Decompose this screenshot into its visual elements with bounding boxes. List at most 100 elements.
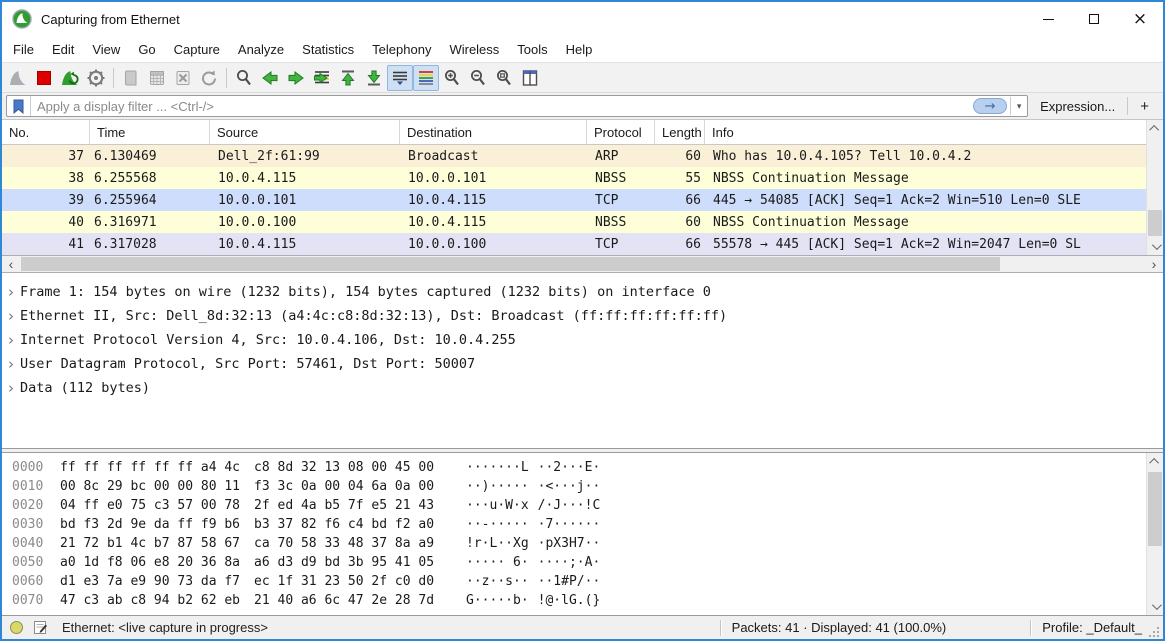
menu-file[interactable]: File xyxy=(4,38,43,61)
close-file-button[interactable] xyxy=(170,65,196,91)
expander-icon[interactable]: › xyxy=(2,307,20,325)
maximize-button[interactable] xyxy=(1071,2,1117,36)
hex-row[interactable]: 0060d1 e3 7a e9 90 73 da f7ec 1f 31 23 5… xyxy=(2,572,1146,591)
resize-columns-button[interactable] xyxy=(517,65,543,91)
scrollbar-thumb[interactable] xyxy=(1148,210,1162,236)
packet-list-vertical-scrollbar[interactable] xyxy=(1146,120,1163,255)
close-button[interactable]: × xyxy=(1117,2,1163,36)
reload-file-button[interactable] xyxy=(196,65,222,91)
window-title: Capturing from Ethernet xyxy=(41,12,180,27)
resize-grip[interactable] xyxy=(1146,624,1160,638)
scroll-left-icon[interactable]: ‹ xyxy=(2,256,20,272)
zoom-in-button[interactable] xyxy=(439,65,465,91)
start-capture-button[interactable] xyxy=(5,65,31,91)
hex-row[interactable]: 0000ff ff ff ff ff ff a4 4cc8 8d 32 13 0… xyxy=(2,458,1146,477)
detail-data[interactable]: ›Data (112 bytes) xyxy=(2,376,1163,400)
toolbar-separator xyxy=(226,68,227,88)
expander-icon[interactable]: › xyxy=(2,379,20,397)
scroll-right-icon[interactable]: › xyxy=(1145,256,1163,272)
title-bar: Capturing from Ethernet × xyxy=(2,2,1163,36)
capture-options-button[interactable] xyxy=(83,65,109,91)
scroll-down-icon[interactable] xyxy=(1147,238,1163,255)
table-row[interactable]: 416.31702810.0.4.11510.0.0.100TCP6655578… xyxy=(2,233,1146,255)
scroll-up-icon[interactable] xyxy=(1147,120,1163,137)
next-packet-button[interactable] xyxy=(283,65,309,91)
menu-analyze[interactable]: Analyze xyxy=(229,38,293,61)
hex-row[interactable]: 0050a0 1d f8 06 e8 20 36 8aa6 d3 d9 bd 3… xyxy=(2,553,1146,572)
previous-packet-icon xyxy=(260,68,280,88)
column-header-length[interactable]: Length xyxy=(655,120,705,144)
go-to-packet-button[interactable] xyxy=(309,65,335,91)
zoom-out-icon xyxy=(468,68,488,88)
expander-icon[interactable]: › xyxy=(2,355,20,373)
detail-ethernet[interactable]: ›Ethernet II, Src: Dell_8d:32:13 (a4:4c:… xyxy=(2,304,1163,328)
hex-row[interactable]: 002004 ff e0 75 c3 57 00 782f ed 4a b5 7… xyxy=(2,496,1146,515)
menu-capture[interactable]: Capture xyxy=(165,38,229,61)
packet-count-text: Packets: 41 · Displayed: 41 (100.0%) xyxy=(732,620,947,635)
menu-telephony[interactable]: Telephony xyxy=(363,38,440,61)
table-row[interactable]: 376.130469Dell_2f:61:99BroadcastARP60Who… xyxy=(2,145,1146,167)
menu-help[interactable]: Help xyxy=(557,38,602,61)
table-row-selected[interactable]: 396.25596410.0.0.10110.0.4.115TCP66445 →… xyxy=(2,189,1146,211)
last-packet-button[interactable] xyxy=(361,65,387,91)
scroll-down-icon[interactable] xyxy=(1147,598,1163,615)
column-header-info[interactable]: Info xyxy=(705,120,1146,144)
menu-tools[interactable]: Tools xyxy=(508,38,556,61)
scroll-up-icon[interactable] xyxy=(1147,453,1163,470)
minimize-button[interactable] xyxy=(1025,2,1071,36)
detail-frame[interactable]: ›Frame 1: 154 bytes on wire (1232 bits),… xyxy=(2,280,1163,304)
packet-list-horizontal-scrollbar[interactable]: ‹ › xyxy=(2,255,1163,273)
save-file-button[interactable] xyxy=(144,65,170,91)
column-header-protocol[interactable]: Protocol xyxy=(587,120,655,144)
column-header-source[interactable]: Source xyxy=(210,120,400,144)
column-header-destination[interactable]: Destination xyxy=(400,120,587,144)
expression-button[interactable]: Expression... xyxy=(1028,99,1127,114)
detail-ip[interactable]: ›Internet Protocol Version 4, Src: 10.0.… xyxy=(2,328,1163,352)
column-header-time[interactable]: Time xyxy=(90,120,210,144)
auto-scroll-button[interactable] xyxy=(387,65,413,91)
display-filter-input[interactable] xyxy=(31,99,973,114)
hex-row[interactable]: 004021 72 b1 4c b7 87 58 67ca 70 58 33 4… xyxy=(2,534,1146,553)
menu-statistics[interactable]: Statistics xyxy=(293,38,363,61)
open-file-button[interactable] xyxy=(118,65,144,91)
first-packet-button[interactable] xyxy=(335,65,361,91)
start-capture-icon xyxy=(8,68,28,88)
zoom-reset-button[interactable] xyxy=(491,65,517,91)
filter-dropdown-button[interactable]: ▾ xyxy=(1010,97,1027,115)
profile-text[interactable]: Profile: _Default_ xyxy=(1042,620,1142,635)
zoom-out-button[interactable] xyxy=(465,65,491,91)
hex-row[interactable]: 001000 8c 29 bc 00 00 80 11f3 3c 0a 00 0… xyxy=(2,477,1146,496)
apply-filter-button[interactable]: → xyxy=(973,98,1007,114)
capture-comment-button[interactable] xyxy=(33,620,48,635)
find-packet-button[interactable] xyxy=(231,65,257,91)
find-packet-icon xyxy=(234,68,254,88)
stop-capture-icon xyxy=(34,68,54,88)
menu-go[interactable]: Go xyxy=(129,38,164,61)
close-icon: × xyxy=(1133,11,1147,28)
scrollbar-thumb[interactable] xyxy=(1148,472,1162,546)
stop-capture-button[interactable] xyxy=(31,65,57,91)
table-row[interactable]: 386.25556810.0.4.11510.0.0.101NBSS55NBSS… xyxy=(2,167,1146,189)
detail-udp[interactable]: ›User Datagram Protocol, Src Port: 57461… xyxy=(2,352,1163,376)
filter-bookmark-button[interactable] xyxy=(7,96,31,116)
resize-columns-icon xyxy=(520,68,540,88)
hex-row[interactable]: 007047 c3 ab c8 94 b2 62 eb21 40 a6 6c 4… xyxy=(2,591,1146,610)
expert-info-button[interactable] xyxy=(10,621,23,634)
status-separator xyxy=(720,620,722,636)
add-filter-button[interactable]: + xyxy=(1128,98,1159,115)
hex-vertical-scrollbar[interactable] xyxy=(1146,453,1163,615)
restart-capture-button[interactable] xyxy=(57,65,83,91)
menu-view[interactable]: View xyxy=(83,38,129,61)
colorize-packets-button[interactable] xyxy=(413,65,439,91)
apply-arrow-icon: → xyxy=(985,100,996,113)
previous-packet-button[interactable] xyxy=(257,65,283,91)
table-row[interactable]: 406.31697110.0.0.10010.0.4.115NBSS60NBSS… xyxy=(2,211,1146,233)
capture-options-icon xyxy=(86,68,106,88)
menu-edit[interactable]: Edit xyxy=(43,38,83,61)
hex-row[interactable]: 0030bd f3 2d 9e da ff f9 b6b3 37 82 f6 c… xyxy=(2,515,1146,534)
expander-icon[interactable]: › xyxy=(2,331,20,349)
scrollbar-thumb[interactable] xyxy=(21,257,1000,271)
expander-icon[interactable]: › xyxy=(2,283,20,301)
menu-wireless[interactable]: Wireless xyxy=(440,38,508,61)
column-header-no[interactable]: No. xyxy=(2,120,90,144)
